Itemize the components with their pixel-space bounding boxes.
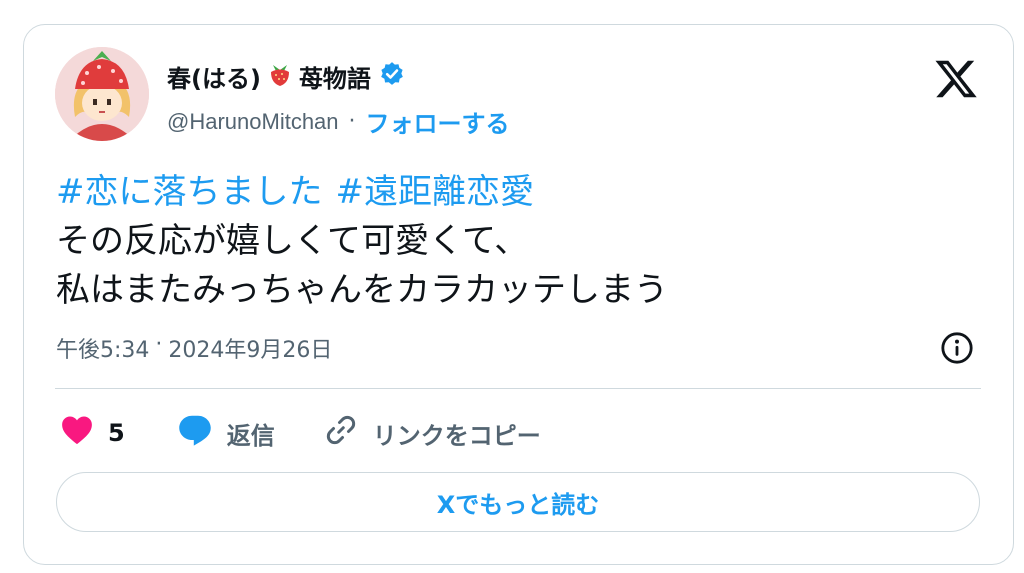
x-logo-icon[interactable] (933, 56, 979, 102)
display-name-suffix[interactable]: 苺物語 (299, 59, 371, 94)
action-bar: 5 返信 リンクをコピー (60, 410, 541, 456)
strawberry-icon (269, 61, 291, 91)
follow-button[interactable]: フォローする (366, 104, 510, 139)
hashtag-link[interactable]: #恋に落ちました (56, 168, 323, 217)
divider (55, 388, 981, 389)
heart-icon (60, 414, 94, 452)
tweet-timestamp[interactable]: 午後5:34 · 2024年9月26日 (56, 332, 332, 364)
hashtag-link[interactable]: #遠距離恋愛 (336, 168, 535, 217)
like-count: 5 (108, 419, 125, 447)
tweet-line: その反応が嬉しくて可愛くて、 (56, 221, 529, 261)
copy-link-button[interactable]: リンクをコピー (323, 412, 541, 454)
separator-dot: · (155, 332, 163, 357)
info-icon[interactable] (940, 331, 974, 365)
reply-label: 返信 (226, 421, 275, 450)
hashtag-row: #恋に落ちました #遠距離恋愛 (56, 168, 668, 217)
tweet-date[interactable]: 2024年9月26日 (168, 332, 332, 364)
verified-badge-icon (379, 61, 405, 91)
user-name-row[interactable]: 春(はる) 苺物語 (167, 56, 405, 96)
tweet-line: 私はまたみっちゃんをカラカッテしまう (56, 270, 668, 310)
like-button[interactable]: 5 (60, 414, 125, 452)
copy-link-label: リンクをコピー (372, 421, 541, 450)
handle-row: @HarunoMitchan · フォローする (167, 104, 510, 139)
user-handle[interactable]: @HarunoMitchan (167, 109, 339, 135)
avatar[interactable] (55, 47, 149, 141)
separator-dot: · (348, 109, 356, 134)
reply-bubble-icon (177, 413, 213, 453)
display-name[interactable]: 春(はる) (167, 59, 261, 94)
reply-button[interactable]: 返信 (177, 413, 275, 453)
tweet-text: #恋に落ちました #遠距離恋愛 その反応が嬉しくて可愛くて、 私はまたみっちゃん… (56, 168, 668, 315)
tweet-time[interactable]: 午後5:34 (56, 332, 149, 364)
read-more-button[interactable]: Xでもっと読む (56, 472, 980, 532)
link-icon (323, 412, 359, 454)
